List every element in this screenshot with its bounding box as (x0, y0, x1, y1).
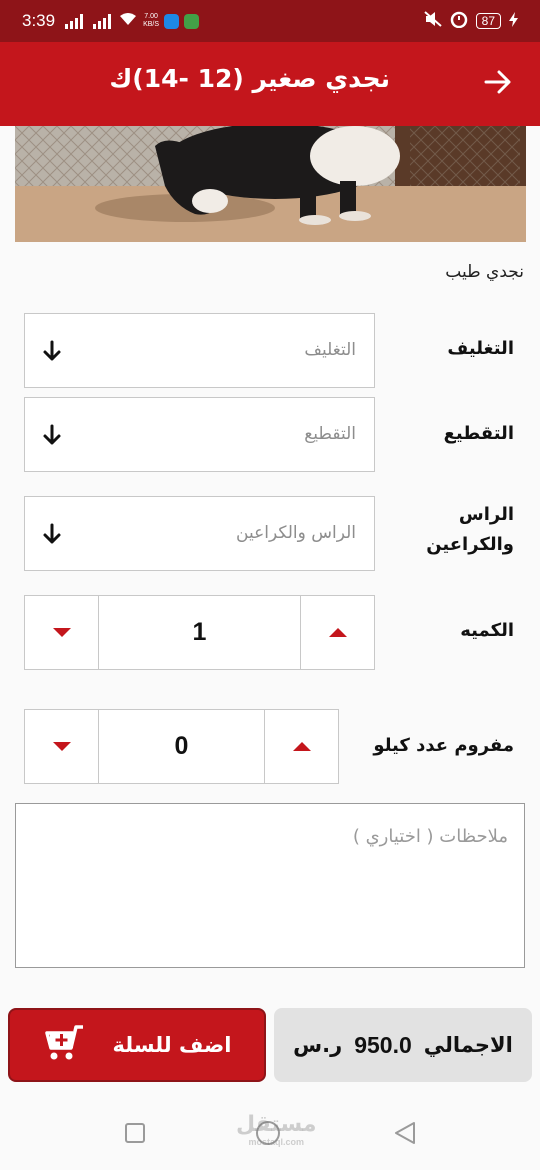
quantity-label: الكميه (460, 620, 514, 641)
app-bar: نجدي صغير (12 -14)ك (0, 42, 540, 126)
currency: ر.س (293, 1033, 343, 1057)
battery-level: 87 (475, 13, 501, 29)
add-to-cart-label: اضف للسلة (112, 1033, 232, 1057)
packaging-select[interactable]: التغليف (24, 313, 375, 388)
notes-input[interactable] (16, 804, 524, 967)
signal-icon (93, 13, 112, 29)
add-to-cart-button[interactable]: اضف للسلة (8, 1008, 266, 1082)
total-box: الاجمالي 950.0 ر.س (274, 1008, 532, 1082)
status-time: 3:39 (22, 11, 56, 30)
head-legs-placeholder: الراس والكراعين (236, 523, 356, 543)
charging-icon (509, 11, 518, 31)
page-title: نجدي صغير (12 -14)ك (109, 64, 390, 93)
recent-apps-icon[interactable] (125, 1123, 145, 1143)
arrow-down-icon (41, 523, 63, 545)
status-bar: 3:39 7.00 KB/S 87 (0, 0, 540, 42)
minced-kilos-stepper: 0 (24, 709, 339, 784)
back-triangle-icon[interactable] (393, 1121, 417, 1145)
packaging-placeholder: التغليف (304, 340, 356, 360)
watermark-sub: mostaql.com (248, 1137, 304, 1147)
net-speed-value: 7.00 (144, 13, 158, 20)
watermark-text: مستقل (236, 1112, 317, 1137)
product-details-screen: 3:39 7.00 KB/S 87 نجدي صغير (12 -14)ك نج… (0, 0, 540, 1170)
total-value: 950.0 (354, 1031, 412, 1058)
mute-icon (423, 11, 442, 31)
cutting-label: التقطيع (443, 423, 514, 444)
cutting-placeholder: التقطيع (304, 424, 356, 444)
system-nav-bar: مستقل mostaql.com (0, 1096, 540, 1170)
triangle-up-icon (292, 742, 311, 751)
minced-kilos-value[interactable]: 0 (98, 710, 265, 783)
product-description: نجدي طيب (445, 262, 524, 282)
increment-button[interactable] (301, 596, 374, 669)
watermark: مستقل mostaql.com (236, 1112, 316, 1147)
cutting-select[interactable]: التقطيع (24, 397, 375, 472)
increment-button[interactable] (265, 710, 338, 783)
triangle-down-icon (52, 742, 71, 751)
app-notification-icon (164, 13, 180, 29)
triangle-down-icon (52, 628, 71, 637)
quantity-value[interactable]: 1 (98, 596, 301, 669)
signal-icon (65, 13, 84, 29)
quantity-stepper: 1 (24, 595, 375, 670)
product-image (15, 126, 526, 242)
arrow-down-icon (41, 424, 63, 446)
net-speed: 7.00 KB/S (143, 13, 159, 29)
notes-box (15, 803, 525, 968)
decrement-button[interactable] (25, 596, 98, 669)
net-speed-unit: KB/S (143, 21, 160, 28)
decrement-button[interactable] (25, 710, 98, 783)
head-legs-label: الراس والكراعين (426, 504, 514, 555)
wifi-icon (119, 12, 137, 30)
total-label: الاجمالي (423, 1033, 513, 1057)
app-notification-icon (184, 13, 200, 29)
arrow-right-icon[interactable] (482, 66, 514, 98)
packaging-label: التغليف (447, 338, 514, 359)
alarm-icon (450, 10, 468, 32)
minced-kilos-label: مفروم عدد كيلو (373, 735, 514, 756)
triangle-up-icon (328, 628, 347, 637)
head-legs-select[interactable]: الراس والكراعين (24, 496, 375, 571)
add-cart-icon (43, 1024, 85, 1067)
arrow-down-icon (41, 340, 63, 362)
